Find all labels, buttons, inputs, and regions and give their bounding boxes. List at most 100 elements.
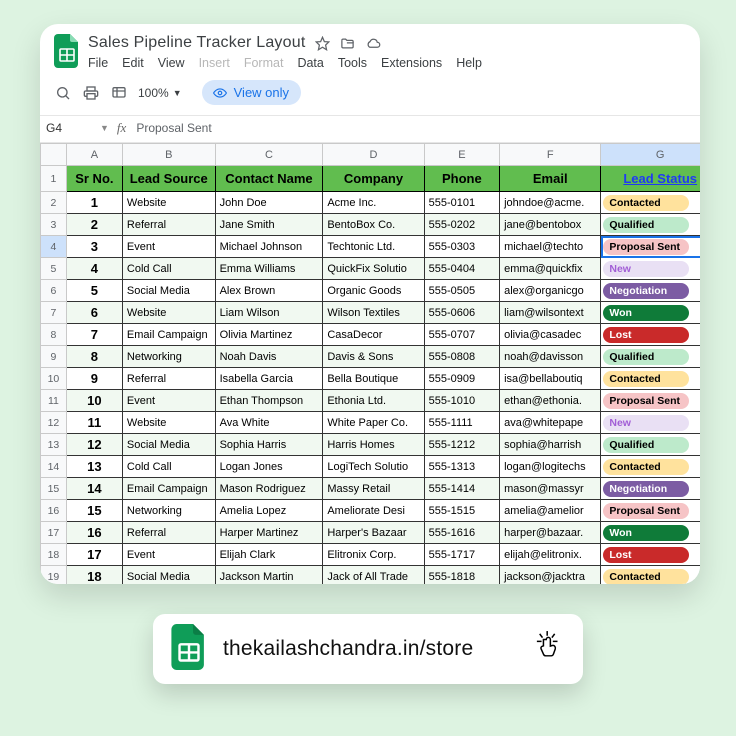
cell[interactable]: 12: [66, 434, 122, 456]
row-header[interactable]: 19: [41, 566, 67, 585]
cell[interactable]: Sophia Harris: [215, 434, 323, 456]
cell[interactable]: Alex Brown: [215, 280, 323, 302]
cell[interactable]: Elitronix Corp.: [323, 544, 424, 566]
menu-tools[interactable]: Tools: [338, 56, 367, 70]
cell[interactable]: elijah@elitronix.: [500, 544, 601, 566]
row-header[interactable]: 1: [41, 166, 67, 192]
cell[interactable]: 13: [66, 456, 122, 478]
row-header[interactable]: 3: [41, 214, 67, 236]
cell[interactable]: Social Media: [122, 280, 215, 302]
status-cell[interactable]: Lost: [601, 544, 700, 566]
cell[interactable]: 555-0606: [424, 302, 499, 324]
row-header[interactable]: 13: [41, 434, 67, 456]
table-header-cell[interactable]: Phone: [424, 166, 499, 192]
cell[interactable]: 555-1313: [424, 456, 499, 478]
promo-bar[interactable]: thekailashchandra.in/store: [153, 614, 583, 684]
table-header-cell[interactable]: Sr No.: [66, 166, 122, 192]
cell[interactable]: Ava White: [215, 412, 323, 434]
cell[interactable]: 9: [66, 368, 122, 390]
cell[interactable]: BentoBox Co.: [323, 214, 424, 236]
status-cell[interactable]: Qualified: [601, 346, 700, 368]
row-header[interactable]: 10: [41, 368, 67, 390]
cell[interactable]: Organic Goods: [323, 280, 424, 302]
cell[interactable]: Harris Homes: [323, 434, 424, 456]
cell[interactable]: Referral: [122, 214, 215, 236]
cell[interactable]: Social Media: [122, 566, 215, 585]
status-cell[interactable]: Contacted: [601, 566, 700, 585]
chevron-down-icon[interactable]: ▼: [100, 123, 109, 133]
row-header[interactable]: 8: [41, 324, 67, 346]
table-header-cell[interactable]: Lead Source: [122, 166, 215, 192]
cell[interactable]: 7: [66, 324, 122, 346]
table-header-cell[interactable]: Contact Name: [215, 166, 323, 192]
cell[interactable]: emma@quickfix: [500, 258, 601, 280]
column-header[interactable]: G: [601, 144, 700, 166]
menu-view[interactable]: View: [158, 56, 185, 70]
cell[interactable]: Cold Call: [122, 456, 215, 478]
cell[interactable]: Amelia Lopez: [215, 500, 323, 522]
column-header[interactable]: F: [500, 144, 601, 166]
cell[interactable]: Ameliorate Desi: [323, 500, 424, 522]
cell[interactable]: 11: [66, 412, 122, 434]
cell[interactable]: 555-0404: [424, 258, 499, 280]
cell[interactable]: Event: [122, 236, 215, 258]
menu-edit[interactable]: Edit: [122, 56, 144, 70]
print-icon[interactable]: [82, 84, 100, 102]
column-header[interactable]: A: [66, 144, 122, 166]
cell[interactable]: 5: [66, 280, 122, 302]
cell[interactable]: 555-1010: [424, 390, 499, 412]
menu-file[interactable]: File: [88, 56, 108, 70]
status-cell[interactable]: Qualified: [601, 214, 700, 236]
cell[interactable]: amelia@amelior: [500, 500, 601, 522]
cell[interactable]: 4: [66, 258, 122, 280]
status-cell[interactable]: Qualified: [601, 434, 700, 456]
cell[interactable]: Referral: [122, 522, 215, 544]
cell[interactable]: Referral: [122, 368, 215, 390]
table-header-cell[interactable]: Email: [500, 166, 601, 192]
cell[interactable]: Ethonia Ltd.: [323, 390, 424, 412]
cell[interactable]: sophia@harrish: [500, 434, 601, 456]
cell[interactable]: Jackson Martin: [215, 566, 323, 585]
status-cell[interactable]: Proposal Sent: [601, 390, 700, 412]
status-cell[interactable]: Contacted: [601, 192, 700, 214]
cell[interactable]: johndoe@acme.: [500, 192, 601, 214]
cell[interactable]: Networking: [122, 500, 215, 522]
row-header[interactable]: 14: [41, 456, 67, 478]
cell[interactable]: Olivia Martinez: [215, 324, 323, 346]
status-cell[interactable]: Lost: [601, 324, 700, 346]
cell[interactable]: 555-0808: [424, 346, 499, 368]
status-cell[interactable]: Won: [601, 302, 700, 324]
spreadsheet-grid[interactable]: ABCDEFG1Sr No.Lead SourceContact NameCom…: [40, 143, 700, 584]
menu-extensions[interactable]: Extensions: [381, 56, 442, 70]
row-header[interactable]: 16: [41, 500, 67, 522]
cell[interactable]: Elijah Clark: [215, 544, 323, 566]
cell[interactable]: 555-1212: [424, 434, 499, 456]
cell[interactable]: michael@techto: [500, 236, 601, 258]
table-header-cell[interactable]: Company: [323, 166, 424, 192]
cell[interactable]: Ethan Thompson: [215, 390, 323, 412]
row-header[interactable]: 11: [41, 390, 67, 412]
cell[interactable]: Noah Davis: [215, 346, 323, 368]
cell[interactable]: Social Media: [122, 434, 215, 456]
cell[interactable]: 17: [66, 544, 122, 566]
cell[interactable]: noah@davisson: [500, 346, 601, 368]
cell[interactable]: 6: [66, 302, 122, 324]
cell[interactable]: 15: [66, 500, 122, 522]
cell[interactable]: 555-0202: [424, 214, 499, 236]
cell[interactable]: 555-1515: [424, 500, 499, 522]
cell[interactable]: Isabella Garcia: [215, 368, 323, 390]
cell[interactable]: John Doe: [215, 192, 323, 214]
menu-help[interactable]: Help: [456, 56, 482, 70]
status-cell[interactable]: Proposal Sent: [601, 236, 700, 258]
cell[interactable]: 555-1616: [424, 522, 499, 544]
cell[interactable]: Logan Jones: [215, 456, 323, 478]
cell[interactable]: Massy Retail: [323, 478, 424, 500]
cell[interactable]: 14: [66, 478, 122, 500]
row-header[interactable]: 17: [41, 522, 67, 544]
table-header-cell[interactable]: Lead Status: [601, 166, 700, 192]
cell[interactable]: ethan@ethonia.: [500, 390, 601, 412]
row-header[interactable]: 9: [41, 346, 67, 368]
cell[interactable]: CasaDecor: [323, 324, 424, 346]
cell[interactable]: Emma Williams: [215, 258, 323, 280]
cell[interactable]: 16: [66, 522, 122, 544]
